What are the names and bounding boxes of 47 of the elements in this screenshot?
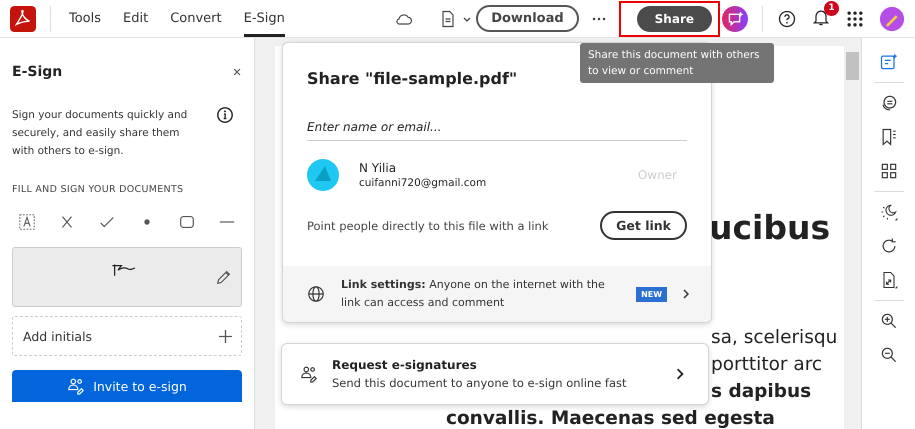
person-name: N Yilia [359,161,398,175]
people-icon [67,377,86,395]
chevron-right-icon [674,368,686,380]
card-title: Request e-signatures [332,358,478,372]
document-text-line: convallis. Maecenas sed egesta [446,407,776,429]
globe-icon [307,285,325,303]
ai-assistant-icon[interactable] [722,6,748,32]
link-settings-text: Link settings: Anyone on the internet with the link can access and comment [341,277,606,311]
document-text-line: s dapibus [711,380,812,404]
panel-description: Sign your documents quickly and securely, and easily share them with others to e-sign. [12,108,188,159]
notification-badge: 1 [824,0,839,16]
menu-tab[interactable]: Tools [69,0,102,37]
person-email: cuifanni720@gmail.com [359,177,488,189]
text-field-icon[interactable] [18,213,36,231]
help-icon[interactable] [777,8,797,28]
link-description: Point people directly to this file with a link [307,218,548,232]
pencil-icon[interactable] [215,268,233,286]
edit-text-icon[interactable] [878,52,898,72]
close-icon[interactable] [232,67,242,77]
link-settings-row[interactable]: Link settings: Anyone on the internet with the link can access and comment NEW [283,266,711,322]
chevron-right-icon [681,289,691,299]
moon-sun-icon[interactable] [878,202,898,222]
request-signatures-card[interactable]: Request e-signatures Send this document to anyone to e-sign online fast [281,343,709,405]
user-avatar-icon [307,159,339,191]
app-logo-icon[interactable] [10,6,36,32]
menu-tab[interactable]: Edit [123,0,148,37]
document-heading: ucibus [709,208,832,248]
info-icon[interactable] [216,106,234,124]
invite-button[interactable]: Invite to e-sign [12,370,242,402]
dialog-title: Share "file-sample.pdf" [307,69,518,88]
download-button[interactable]: Download [476,5,579,32]
share-button[interactable]: Share [636,6,712,32]
new-badge: NEW [636,286,668,302]
panel-title: E-Sign [12,64,62,80]
document-text-line: sa, scelerisqu [711,326,838,350]
people-icon [300,365,318,383]
plus-icon [218,328,233,344]
get-link-button[interactable]: Get link [600,211,687,240]
document-text-line: porttitor arc [711,353,824,377]
rectangle-icon[interactable] [178,213,196,231]
tooltip: Share this document with others to view or comment [580,43,774,83]
menu-tab[interactable]: Convert [170,0,222,37]
section-heading: FILL AND SIGN YOUR DOCUMENTS [12,184,184,195]
apps-grid-icon[interactable] [845,8,865,28]
add-initials-button[interactable]: Add initials [12,316,242,356]
avatar-icon[interactable] [879,6,905,32]
card-subtitle: Send this document to anyone to e-sign online fast [332,376,628,390]
